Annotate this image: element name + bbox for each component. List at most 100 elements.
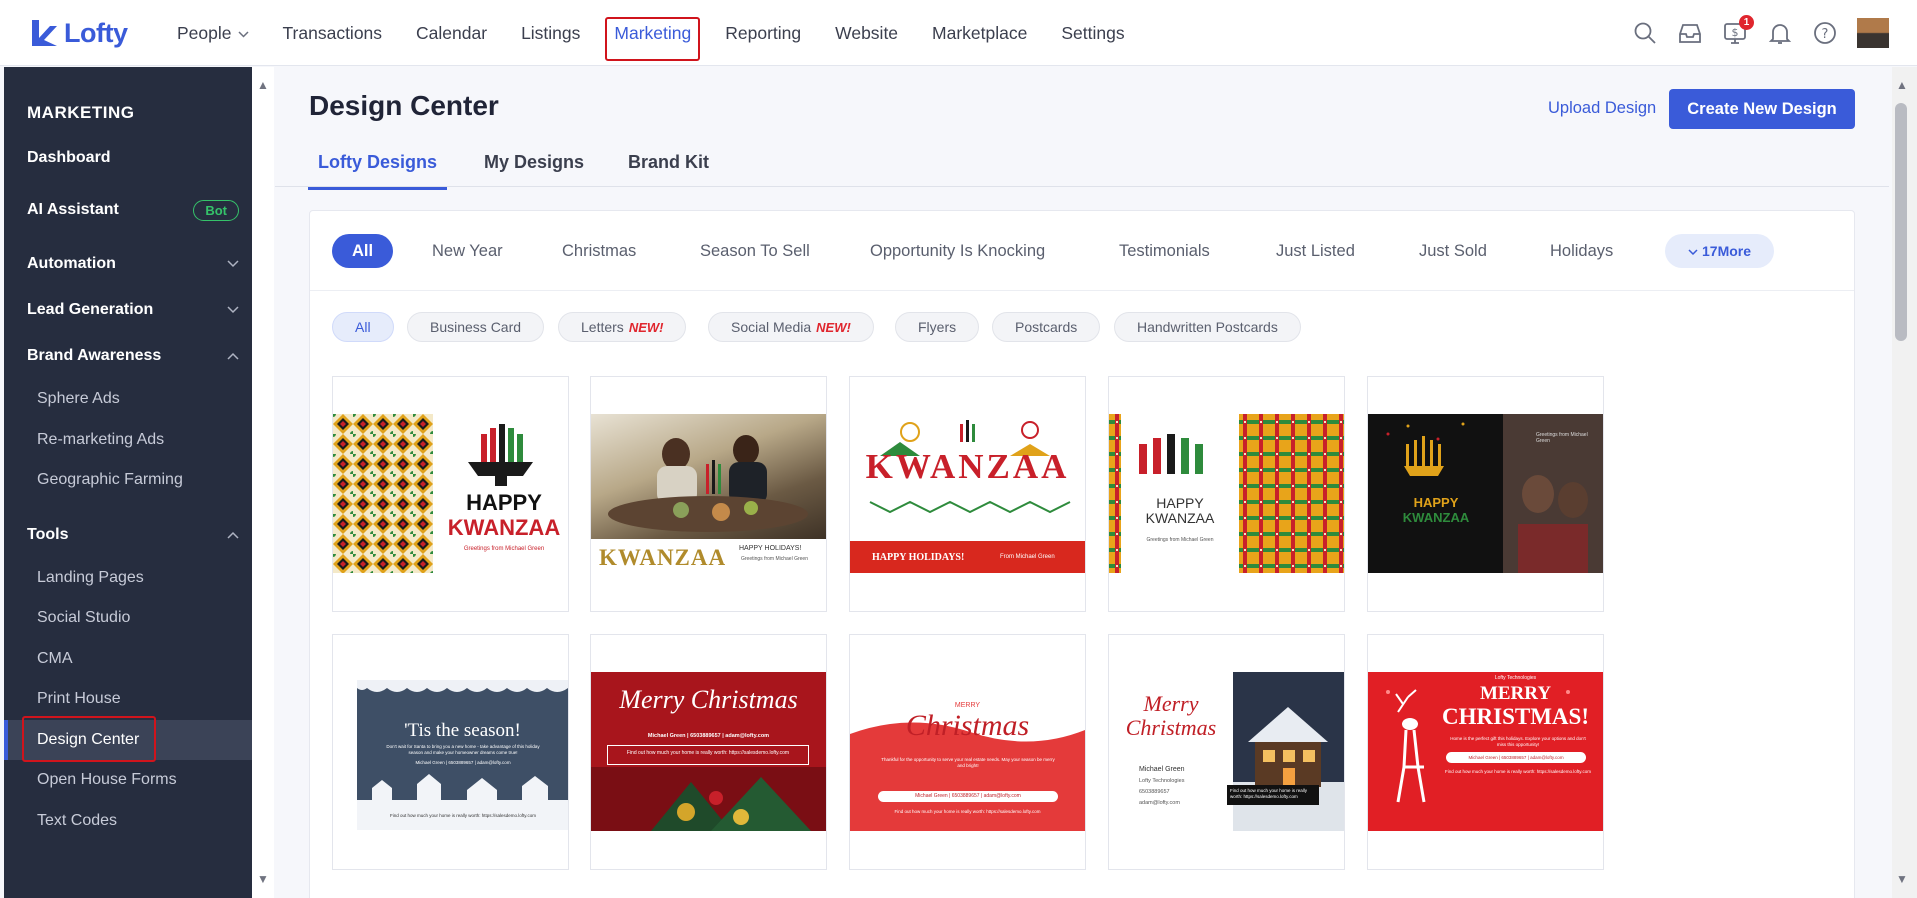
card-headline-1: HAPPY xyxy=(1413,495,1459,510)
card-headline-1: Merry xyxy=(1143,691,1199,716)
search-icon[interactable] xyxy=(1632,20,1658,46)
sidebar-item-text-codes[interactable]: Text Codes xyxy=(4,801,252,841)
design-card-kwanzaa-dark[interactable]: HAPPY KWANZAA Greetings from Michael Gre… xyxy=(1367,376,1604,612)
nav-people[interactable]: People xyxy=(160,5,266,61)
category-season-to-sell[interactable]: Season To Sell xyxy=(700,234,810,268)
card-body: Home is the perfect gift this holidays. … xyxy=(1450,736,1586,747)
sidebar-item-landing-pages[interactable]: Landing Pages xyxy=(4,558,252,598)
more-categories-label: 17More xyxy=(1702,243,1752,259)
svg-text:?: ? xyxy=(1822,27,1829,42)
card-phone: 6503889657 xyxy=(1139,789,1170,795)
design-card-kwanzaa-banner[interactable]: KWANZAA HAPPY HOLIDAYS! From Michael Gre… xyxy=(849,376,1086,612)
sidebar-item-print-house[interactable]: Print House xyxy=(4,679,252,719)
lofty-logo[interactable]: Lofty xyxy=(30,16,128,50)
sidebar-item-social-studio[interactable]: Social Studio xyxy=(4,598,252,638)
tab-my-designs[interactable]: My Designs xyxy=(484,152,584,187)
category-all[interactable]: All xyxy=(332,234,394,268)
sidebar-item-remarketing-ads[interactable]: Re-marketing Ads xyxy=(4,420,252,460)
card-headline-2: CHRISTMAS! xyxy=(1442,704,1589,729)
type-handwritten-postcards[interactable]: Handwritten Postcards xyxy=(1114,312,1301,342)
scroll-down-arrow-icon[interactable]: ▼ xyxy=(1896,872,1908,886)
design-card-kwanzaa-pattern[interactable]: HAPPY KWANZAA Greetings from Michael Gre… xyxy=(332,376,569,612)
scroll-down-arrow-icon[interactable]: ▼ xyxy=(257,872,269,886)
card-headline: KWANZAA xyxy=(599,545,727,570)
nav-transactions[interactable]: Transactions xyxy=(266,5,400,61)
svg-text:$: $ xyxy=(1732,26,1739,39)
sidebar-brand-awareness-label: Brand Awareness xyxy=(27,347,162,364)
design-thumbnail xyxy=(850,672,1085,831)
bell-icon[interactable] xyxy=(1767,20,1793,46)
type-flyers[interactable]: Flyers xyxy=(895,312,980,342)
sidebar-item-lead-generation[interactable]: Lead Generation xyxy=(27,295,239,325)
sidebar-item-tools[interactable]: Tools xyxy=(27,520,239,550)
sidebar-tools-label: Tools xyxy=(27,526,69,543)
user-avatar[interactable] xyxy=(1857,18,1889,48)
nav-settings[interactable]: Settings xyxy=(1044,5,1141,61)
nav-website[interactable]: Website xyxy=(818,5,915,61)
card-contact: Michael Green | 6503889657 | adam@lofty.… xyxy=(415,760,511,765)
design-card-kwanzaa-candles[interactable]: HAPPY KWANZAA Greetings from Michael Gre… xyxy=(1108,376,1345,612)
sidebar-item-open-house-forms[interactable]: Open House Forms xyxy=(4,760,252,800)
nav-reporting[interactable]: Reporting xyxy=(708,5,818,61)
card-from-text: From Michael Green xyxy=(1000,554,1055,560)
new-tag: NEW! xyxy=(816,320,851,335)
sidebar-item-cma[interactable]: CMA xyxy=(4,639,252,679)
type-social-media[interactable]: Social Media NEW! xyxy=(708,312,874,342)
category-testimonials[interactable]: Testimonials xyxy=(1119,234,1210,268)
upload-design-link[interactable]: Upload Design xyxy=(1548,99,1656,118)
category-opportunity-is-knocking[interactable]: Opportunity Is Knocking xyxy=(870,234,1045,268)
card-contact: Michael Green | 6503889657 | adam@lofty.… xyxy=(878,791,1058,802)
type-postcards[interactable]: Postcards xyxy=(992,312,1101,342)
help-icon[interactable]: ? xyxy=(1812,20,1838,46)
category-new-year[interactable]: New Year xyxy=(432,234,503,268)
category-just-sold[interactable]: Just Sold xyxy=(1419,234,1487,268)
nav-marketplace[interactable]: Marketplace xyxy=(915,5,1044,61)
scroll-up-arrow-icon[interactable]: ▲ xyxy=(257,78,269,92)
card-headline-1: HAPPY xyxy=(1156,495,1204,511)
card-headline: Christmas xyxy=(905,709,1030,742)
design-card-christmas-house[interactable]: Merry Christmas Michael Green Lofty Tech… xyxy=(1108,634,1345,870)
sidebar-item-dashboard[interactable]: Dashboard xyxy=(27,143,239,173)
main-scrollbar-thumb[interactable] xyxy=(1895,103,1907,341)
design-card-merry-christmas-white[interactable]: MERRY Christmas Thankful for the opportu… xyxy=(849,634,1086,870)
notification-badge: 1 xyxy=(1739,15,1754,30)
sidebar-item-geographic-farming[interactable]: Geographic Farming xyxy=(4,460,252,500)
type-all[interactable]: All xyxy=(332,312,394,342)
card-name: Michael Green xyxy=(1139,766,1185,773)
type-letters[interactable]: Letters NEW! xyxy=(558,312,687,342)
card-headline: 'Tis the season! xyxy=(404,720,521,741)
nav-calendar[interactable]: Calendar xyxy=(399,5,504,61)
scroll-up-arrow-icon[interactable]: ▲ xyxy=(1896,78,1908,92)
card-headline: Merry Christmas xyxy=(619,685,798,714)
more-categories-button[interactable]: 17More xyxy=(1665,234,1775,268)
sidebar-item-brand-awareness[interactable]: Brand Awareness xyxy=(27,341,239,371)
tab-lofty-designs[interactable]: Lofty Designs xyxy=(308,152,448,190)
card-headline-2: Christmas xyxy=(1125,715,1217,740)
nav-marketing[interactable]: Marketing xyxy=(597,5,708,61)
design-card-tis-the-season[interactable]: 'Tis the season! Don't wait for Santa to… xyxy=(332,634,569,870)
sidebar-scrollbar[interactable] xyxy=(252,67,274,898)
create-new-design-button[interactable]: Create New Design xyxy=(1669,89,1855,129)
inbox-icon[interactable] xyxy=(1677,20,1703,46)
design-card-merry-christmas-red[interactable]: Merry Christmas Michael Green | 65038896… xyxy=(590,634,827,870)
design-card-merry-christmas-reindeer[interactable]: Lofty Technologies MERRY CHRISTMAS! Home… xyxy=(1367,634,1604,870)
category-just-listed[interactable]: Just Listed xyxy=(1276,234,1355,268)
type-business-card[interactable]: Business Card xyxy=(407,312,545,342)
sidebar-item-automation[interactable]: Automation xyxy=(27,249,239,279)
card-subtext: Greetings from Michael Green xyxy=(1146,537,1214,543)
nav-listings[interactable]: Listings xyxy=(504,5,597,61)
new-tag: NEW! xyxy=(628,320,664,335)
chevron-up-icon xyxy=(227,352,239,360)
design-card-kwanzaa-dinner[interactable]: KWANZAA HAPPY HOLIDAYS! Greetings from M… xyxy=(590,376,827,612)
tab-brand-kit[interactable]: Brand Kit xyxy=(628,152,709,187)
card-footer-text: Find out how much your home is really wo… xyxy=(1445,769,1591,774)
category-christmas[interactable]: Christmas xyxy=(562,234,636,268)
sidebar-item-sphere-ads[interactable]: Sphere Ads xyxy=(4,379,252,419)
card-footer-text: HAPPY HOLIDAYS! xyxy=(872,552,965,563)
sidebar-item-ai-assistant[interactable]: AI Assistant Bot xyxy=(27,195,239,225)
sidebar-title: MARKETING xyxy=(27,103,135,122)
category-holidays[interactable]: Holidays xyxy=(1550,234,1613,268)
dollar-notification-icon[interactable]: $1 xyxy=(1722,15,1754,46)
red-wave-background xyxy=(850,722,1085,831)
sidebar-item-design-center[interactable]: Design Center xyxy=(4,716,252,762)
